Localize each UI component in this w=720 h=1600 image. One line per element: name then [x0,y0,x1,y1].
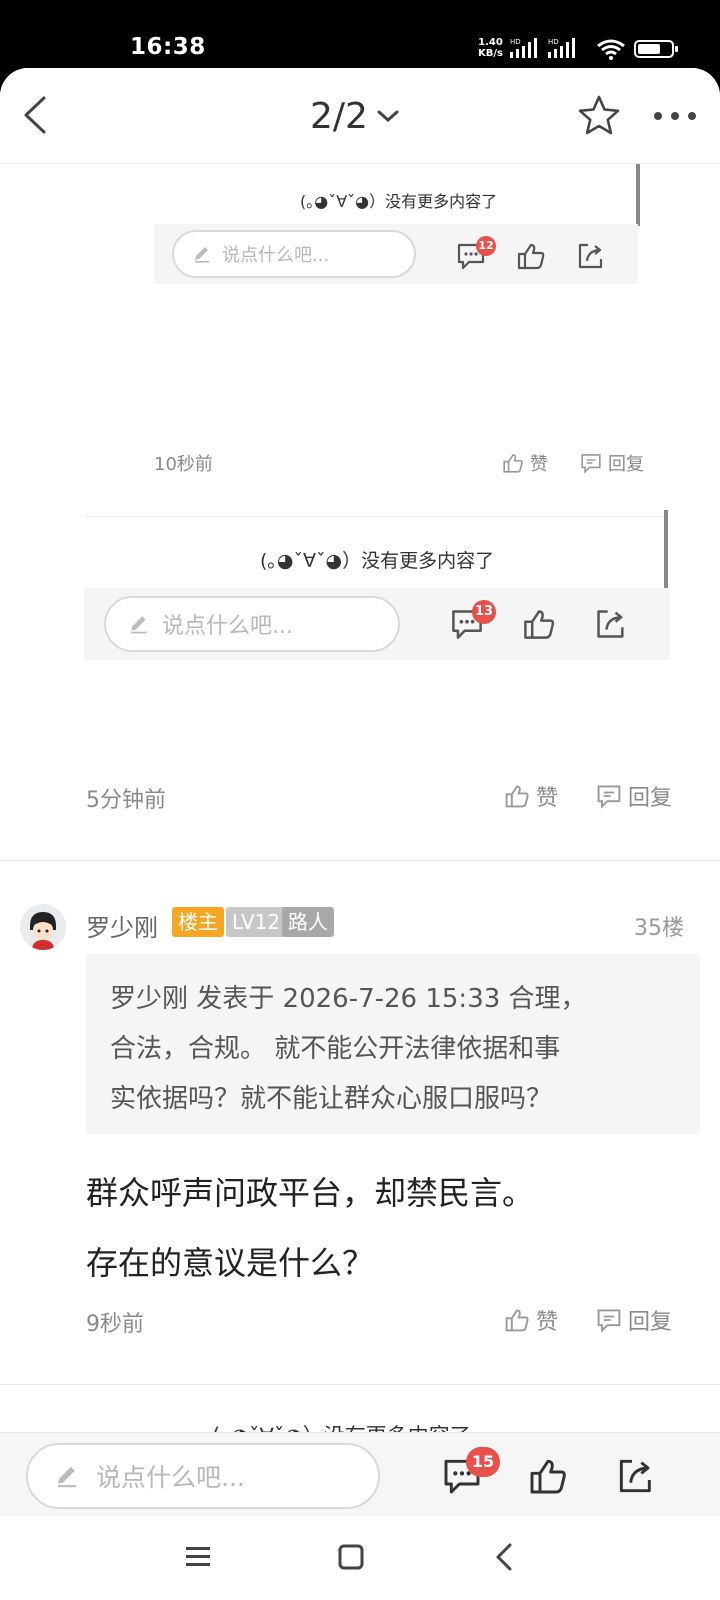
title-tag: 路人 [282,907,334,937]
reply-icon [597,1309,621,1333]
comment-input[interactable]: 说点什么吧... [172,230,416,278]
menu-icon[interactable] [184,1544,212,1570]
reply-time: 5分钟前 [86,788,166,813]
top-bar: 2/2 [0,68,720,164]
thumbs-up-icon[interactable] [516,242,546,270]
signal-icon: HD [510,38,537,58]
reply-icon [597,785,621,809]
divider [0,860,720,861]
thumbs-up-icon [503,454,523,473]
wifi-icon [597,39,625,60]
reply-time: 10秒前 [154,454,213,475]
battery-icon [634,40,678,58]
back-nav-icon[interactable] [492,1542,516,1572]
comment-input[interactable]: 说点什么吧... [26,1443,380,1509]
bottom-composer-bar: 说点什么吧... 15 [0,1432,720,1516]
comment-input[interactable]: 说点什么吧... [104,596,400,652]
like-button[interactable]: 赞 [502,450,548,476]
reply-button[interactable]: 回复 [596,780,672,812]
comment-count-badge: 15 [466,1447,500,1477]
like-button[interactable]: 赞 [504,1304,558,1336]
pencil-icon [131,616,147,634]
svg-text:HD: HD [548,38,559,46]
reply-button[interactable]: 回复 [596,1304,672,1336]
chevron-down-icon [377,110,399,123]
app-screen: 2/2 (｡◕ˇ∀ˇ◕）没有更多内容了 说点什么吧... 12 10秒前 赞 回… [0,68,720,1600]
floor-number: 35楼 [634,916,684,941]
thumbs-up-icon[interactable] [522,608,556,640]
divider [0,1384,720,1385]
quoted-post[interactable]: 罗少刚 发表于 2026-7-26 15:33 合理， 合法，合规。 就不能公开… [86,954,700,1134]
pencil-icon [57,1466,77,1488]
pencil-icon [195,247,209,263]
system-nav-bar [0,1516,720,1600]
thumbs-up-icon [505,785,529,808]
level-tag: LV12 [226,907,287,937]
status-bar: 16:38 1.40 KB/s HD HD [0,0,720,72]
no-more-text: (｡◕ˇ∀ˇ◕）没有更多内容了 [300,192,498,211]
no-more-text: (｡◕ˇ∀ˇ◕）没有更多内容了 [260,550,495,572]
svg-text:HD: HD [510,38,521,46]
signal-icon-2: HD [548,38,575,58]
thumbs-up-icon [505,1309,529,1332]
comment-count-badge: 13 [472,600,496,624]
reply-button[interactable]: 回复 [580,450,644,476]
avatar[interactable] [20,904,66,950]
back-icon[interactable] [14,92,60,138]
status-time: 16:38 [130,34,206,60]
star-icon[interactable] [576,93,622,139]
network-speed: 1.40 KB/s [478,37,503,59]
page-indicator[interactable]: 2/2 [310,96,400,137]
post-body-line: 存在的意议是什么？ [86,1244,375,1282]
post-body-line: 群众呼声问政平台，却禁民言。 [86,1174,535,1212]
share-icon[interactable] [616,1457,656,1495]
post-time: 9秒前 [86,1312,144,1337]
more-icon[interactable] [650,98,700,134]
reply-icon [581,454,601,474]
username[interactable]: 罗少刚 [86,908,158,943]
share-icon[interactable] [576,242,606,270]
like-button[interactable]: 赞 [504,780,558,812]
home-icon[interactable] [336,1542,366,1572]
share-icon[interactable] [594,608,628,640]
avatar-image [20,904,66,950]
comment-count-badge: 12 [476,236,496,256]
owner-tag: 楼主 [172,907,224,937]
thumbs-up-icon[interactable] [528,1457,568,1495]
